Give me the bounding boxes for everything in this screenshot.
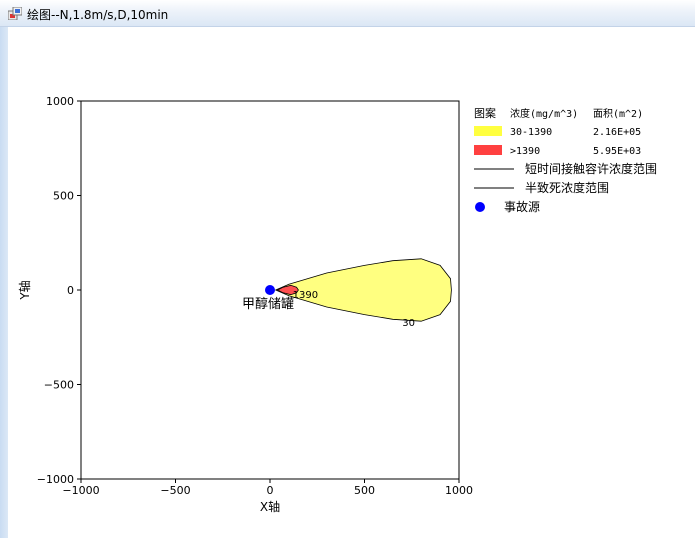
legend-swatch bbox=[474, 145, 502, 155]
legend-marker bbox=[475, 202, 485, 212]
source-marker bbox=[265, 285, 275, 295]
plot-client-area: 30 1390 −1000 −500 0 500 1000 1000 500 0 −500 −100… bbox=[8, 27, 695, 538]
y-tick-label: 500 bbox=[53, 190, 74, 203]
x-tick-label: 0 bbox=[267, 484, 274, 497]
contour-layer: 30 1390 bbox=[274, 258, 452, 329]
x-tick-label: 500 bbox=[354, 484, 375, 497]
legend-area: 2.16E+05 bbox=[593, 127, 641, 138]
legend-header-area: 面积(m^2) bbox=[593, 108, 643, 120]
x-axis-label: X轴 bbox=[260, 499, 280, 514]
contour-label-30: 30 bbox=[402, 318, 415, 329]
legend-line-label: 半致死浓度范围 bbox=[525, 180, 609, 195]
y-tick-label: 1000 bbox=[46, 95, 74, 108]
legend-header-pattern: 图案 bbox=[474, 106, 496, 120]
legend-marker-label: 事故源 bbox=[504, 199, 540, 214]
y-axis-label: Y轴 bbox=[17, 280, 32, 300]
legend-swatch bbox=[474, 126, 502, 136]
y-tick-label: −500 bbox=[44, 379, 74, 392]
contour-plot: 301390 −1000 −500 0 500 100010005000−500−100… bbox=[17, 95, 657, 514]
x-tick-label: −500 bbox=[160, 484, 190, 497]
y-tick-label: −1000 bbox=[37, 473, 74, 486]
window-titlebar[interactable]: 绘图--N,1.8m/s,D,10min bbox=[0, 0, 695, 27]
legend-area: 5.95E+03 bbox=[593, 146, 641, 157]
window-left-border bbox=[0, 0, 8, 538]
source-label: 甲醇储罐 bbox=[242, 296, 294, 312]
app-icon bbox=[8, 7, 22, 20]
legend-range: 30-1390 bbox=[510, 127, 552, 138]
legend-line-label: 短时间接触容许浓度范围 bbox=[525, 161, 657, 176]
x-tick-label: 1000 bbox=[445, 484, 473, 497]
contour-label-1390: 1390 bbox=[293, 290, 318, 301]
y-tick-label: 0 bbox=[67, 284, 74, 297]
legend: 图案 浓度(mg/m^3) 面积(m^2) 30-1390 2.16E+05 >1390 5… bbox=[474, 106, 657, 214]
legend-range: >1390 bbox=[510, 146, 540, 157]
legend-header-concentration: 浓度(mg/m^3) bbox=[510, 107, 578, 120]
window-title: 绘图--N,1.8m/s,D,10min bbox=[27, 8, 169, 22]
